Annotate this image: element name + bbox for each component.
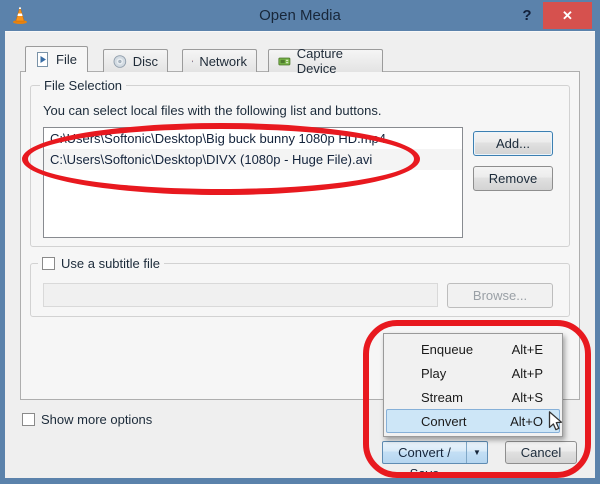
close-button[interactable]: ✕ [543, 2, 592, 29]
show-more-options-checkbox[interactable] [22, 413, 35, 426]
show-more-options-row[interactable]: Show more options [22, 412, 152, 427]
capture-device-icon [278, 54, 291, 69]
use-subtitle-label: Use a subtitle file [61, 256, 160, 271]
tab-capture-device-label: Capture Device [297, 46, 373, 76]
file-play-icon [35, 52, 50, 67]
open-media-dialog: Open Media ? ✕ File Disc Network [0, 0, 600, 484]
show-more-options-label: Show more options [41, 412, 152, 427]
remove-button[interactable]: Remove [473, 166, 553, 191]
subtitle-file-input[interactable] [43, 283, 438, 307]
mouse-cursor-icon [544, 410, 566, 432]
red-oval-annotation-files [22, 123, 420, 195]
titlebar[interactable]: Open Media ? ✕ [0, 0, 600, 31]
add-button[interactable]: Add... [473, 131, 553, 156]
tab-network[interactable]: Network [182, 49, 257, 72]
use-subtitle-checkbox-row[interactable]: Use a subtitle file [38, 256, 164, 271]
disc-icon [113, 54, 127, 69]
file-selection-description: You can select local files with the foll… [43, 103, 381, 118]
tab-disc-label: Disc [133, 54, 158, 69]
file-selection-group-title: File Selection [40, 78, 126, 93]
browse-button[interactable]: Browse... [447, 283, 553, 308]
use-subtitle-checkbox[interactable] [42, 257, 55, 270]
tab-file-label: File [56, 52, 77, 67]
tab-file[interactable]: File [25, 46, 88, 72]
tab-network-label: Network [199, 54, 247, 69]
window-title: Open Media [0, 0, 600, 31]
network-icon [192, 54, 193, 69]
tab-capture-device[interactable]: Capture Device [268, 49, 383, 72]
help-button[interactable]: ? [516, 4, 538, 28]
red-oval-annotation-actions [363, 320, 591, 478]
tab-disc[interactable]: Disc [103, 49, 168, 72]
